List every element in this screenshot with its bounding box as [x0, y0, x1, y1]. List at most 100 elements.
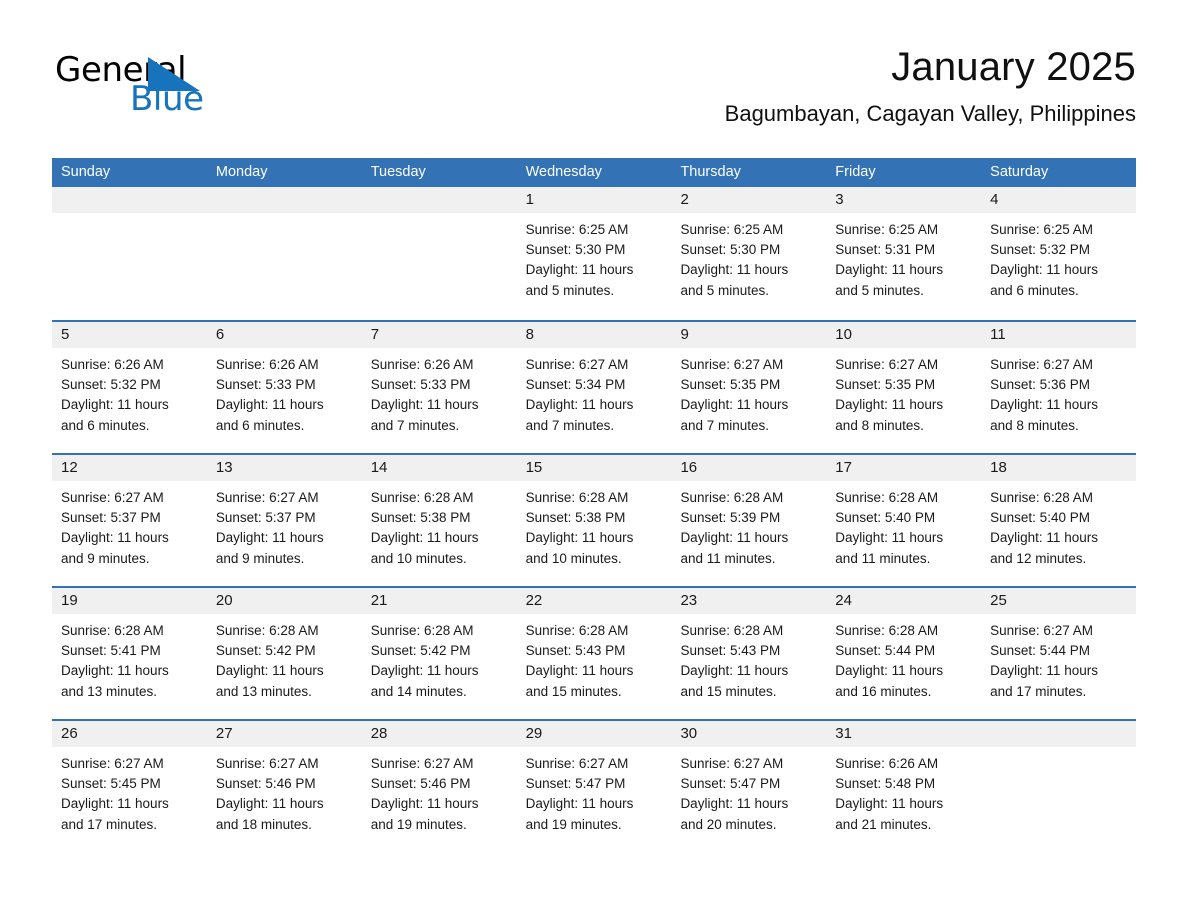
weekday-header-saturday: Saturday [990, 164, 1049, 180]
calendar-day-cell[interactable]: 19 Sunrise: 6:28 AM Sunset: 5:41 PM Dayligh… [52, 588, 207, 719]
calendar-weeks: 1 Sunrise: 6:25 AM Sunset: 5:30 PM Daylight… [52, 187, 1137, 852]
day-detail-line: Daylight: 11 hours [61, 397, 169, 413]
calendar-day-cell[interactable]: 22 Sunrise: 6:28 AM Sunset: 5:43 PM Dayligh… [516, 588, 672, 719]
day-detail-line: Daylight: 11 hours [835, 262, 944, 278]
day-details: Sunrise: 6:26 AM Sunset: 5:33 PM Daylight:… [362, 348, 517, 436]
day-number: 21 [370, 592, 388, 609]
calendar-day-cell[interactable]: 17 Sunrise: 6:28 AM Sunset: 5:40 PM Dayligh… [826, 455, 982, 586]
day-detail-line: and 14 minutes. [370, 683, 467, 699]
day-details: Sunrise: 6:27 AM Sunset: 5:47 PM Daylight:… [517, 747, 672, 835]
day-detail-line: Sunrise: 6:27 AM [990, 357, 1093, 372]
day-number-band: 10 [826, 322, 982, 348]
day-detail-line: Sunset: 5:41 PM [61, 643, 161, 659]
day-detail-line: Daylight: 11 hours [680, 262, 789, 278]
calendar-day-cell[interactable]: 6 Sunrise: 6:26 AM Sunset: 5:33 PM Daylight… [206, 322, 362, 453]
day-detail-line: Sunrise: 6:26 AM [215, 357, 319, 372]
day-number: 28 [370, 725, 388, 742]
day-number-band: 9 [671, 322, 827, 348]
calendar-day-cell-empty [52, 187, 207, 320]
day-number-band [981, 721, 1137, 747]
calendar-day-cell[interactable]: 11 Sunrise: 6:27 AM Sunset: 5:36 PM Dayligh… [981, 322, 1137, 453]
calendar-day-cell[interactable]: 30 Sunrise: 6:27 AM Sunset: 5:47 PM Dayligh… [671, 721, 827, 852]
day-details: Sunrise: 6:25 AM Sunset: 5:30 PM Daylight:… [517, 213, 672, 301]
day-details: Sunrise: 6:27 AM Sunset: 5:36 PM Daylight:… [981, 348, 1136, 436]
day-number: 2 [680, 191, 689, 208]
calendar-day-cell[interactable]: 7 Sunrise: 6:26 AM Sunset: 5:33 PM Daylight… [361, 322, 517, 453]
day-detail-line: Daylight: 11 hours [525, 663, 634, 679]
day-detail-line: Sunset: 5:34 PM [525, 377, 626, 393]
day-number-band: 30 [671, 721, 827, 747]
day-detail-line: Sunrise: 6:28 AM [370, 490, 474, 505]
calendar-day-cell[interactable]: 23 Sunrise: 6:28 AM Sunset: 5:43 PM Dayligh… [671, 588, 827, 719]
day-detail-line: Daylight: 11 hours [370, 530, 479, 546]
calendar-day-cell[interactable]: 20 Sunrise: 6:28 AM Sunset: 5:42 PM Dayligh… [206, 588, 362, 719]
day-detail-line: Sunrise: 6:27 AM [680, 756, 784, 771]
calendar-day-cell[interactable]: 2 Sunrise: 6:25 AM Sunset: 5:30 PM Daylight… [671, 187, 827, 320]
calendar-week-row: 26 Sunrise: 6:27 AM Sunset: 5:45 PM Dayligh… [52, 719, 1137, 852]
calendar-day-cell[interactable]: 31 Sunrise: 6:26 AM Sunset: 5:48 PM Dayligh… [826, 721, 982, 852]
day-detail-line: Sunset: 5:33 PM [370, 377, 471, 393]
day-detail-line: and 11 minutes. [680, 550, 776, 566]
calendar-day-cell[interactable]: 15 Sunrise: 6:28 AM Sunset: 5:38 PM Dayligh… [516, 455, 672, 586]
calendar-day-cell[interactable]: 14 Sunrise: 6:28 AM Sunset: 5:38 PM Dayligh… [361, 455, 517, 586]
day-details: Sunrise: 6:28 AM Sunset: 5:40 PM Daylight:… [981, 481, 1136, 569]
day-detail-line: and 19 minutes. [370, 816, 467, 832]
day-number-band: 17 [826, 455, 982, 481]
weekday-header-wednesday: Wednesday [525, 164, 602, 180]
day-number-band: 22 [516, 588, 672, 614]
weekday-header-thursday: Thursday [680, 164, 741, 180]
day-detail-line: Sunset: 5:38 PM [370, 510, 471, 526]
day-detail-line: Sunrise: 6:27 AM [990, 623, 1093, 638]
calendar-day-cell[interactable]: 12 Sunrise: 6:27 AM Sunset: 5:37 PM Dayligh… [52, 455, 207, 586]
calendar-day-cell[interactable]: 24 Sunrise: 6:28 AM Sunset: 5:44 PM Dayligh… [826, 588, 982, 719]
day-number-band: 24 [826, 588, 982, 614]
day-number: 19 [61, 592, 78, 609]
day-number: 26 [61, 725, 78, 742]
day-number: 10 [835, 326, 852, 343]
calendar-day-cell[interactable]: 8 Sunrise: 6:27 AM Sunset: 5:34 PM Daylight… [516, 322, 672, 453]
day-detail-line: and 7 minutes. [370, 417, 460, 433]
day-detail-line: Daylight: 11 hours [680, 663, 789, 679]
day-detail-line: Sunrise: 6:28 AM [990, 490, 1093, 505]
calendar-day-cell[interactable]: 21 Sunrise: 6:28 AM Sunset: 5:42 PM Dayligh… [361, 588, 517, 719]
page-title: January 2025 [891, 45, 1136, 89]
day-details: Sunrise: 6:26 AM Sunset: 5:48 PM Daylight:… [826, 747, 981, 835]
day-details: Sunrise: 6:28 AM Sunset: 5:41 PM Daylight:… [52, 614, 207, 702]
day-number-band: 18 [981, 455, 1137, 481]
day-detail-line: Sunrise: 6:27 AM [680, 357, 784, 372]
calendar-day-cell[interactable]: 10 Sunrise: 6:27 AM Sunset: 5:35 PM Dayligh… [826, 322, 982, 453]
day-number: 1 [525, 191, 534, 208]
day-detail-line: Daylight: 11 hours [525, 262, 634, 278]
day-detail-line: and 15 minutes. [525, 683, 622, 699]
day-detail-line: Sunrise: 6:28 AM [525, 490, 629, 505]
calendar-day-cell[interactable]: 27 Sunrise: 6:27 AM Sunset: 5:46 PM Dayligh… [206, 721, 362, 852]
day-detail-line: and 9 minutes. [215, 550, 305, 566]
generalblue-logo[interactable]: General Blue [52, 50, 312, 130]
calendar-day-cell[interactable]: 4 Sunrise: 6:25 AM Sunset: 5:32 PM Daylight… [981, 187, 1137, 320]
calendar-day-cell[interactable]: 29 Sunrise: 6:27 AM Sunset: 5:47 PM Dayligh… [516, 721, 672, 852]
day-number: 4 [990, 191, 999, 208]
day-number: 12 [61, 459, 78, 476]
day-detail-line: and 15 minutes. [680, 683, 777, 699]
calendar-day-cell[interactable]: 13 Sunrise: 6:27 AM Sunset: 5:37 PM Dayligh… [206, 455, 362, 586]
day-detail-line: and 5 minutes. [525, 282, 615, 298]
day-number-band: 13 [206, 455, 362, 481]
day-detail-line: Sunset: 5:38 PM [525, 510, 626, 526]
day-detail-line: and 12 minutes. [990, 550, 1087, 566]
calendar-day-cell[interactable]: 26 Sunrise: 6:27 AM Sunset: 5:45 PM Dayligh… [52, 721, 207, 852]
day-detail-line: and 6 minutes. [61, 417, 150, 433]
day-detail-line: Sunrise: 6:27 AM [61, 490, 164, 505]
day-detail-line: Sunset: 5:35 PM [835, 377, 936, 393]
calendar-day-cell[interactable]: 16 Sunrise: 6:28 AM Sunset: 5:39 PM Dayligh… [671, 455, 827, 586]
day-detail-line: Sunrise: 6:27 AM [370, 756, 474, 771]
calendar-day-cell[interactable]: 3 Sunrise: 6:25 AM Sunset: 5:31 PM Daylight… [826, 187, 982, 320]
day-detail-line: Daylight: 11 hours [370, 796, 479, 812]
calendar-day-cell[interactable]: 28 Sunrise: 6:27 AM Sunset: 5:46 PM Dayligh… [361, 721, 517, 852]
calendar-day-cell[interactable]: 25 Sunrise: 6:27 AM Sunset: 5:44 PM Dayligh… [981, 588, 1137, 719]
day-detail-line: Sunset: 5:36 PM [990, 377, 1090, 393]
calendar-day-cell[interactable]: 18 Sunrise: 6:28 AM Sunset: 5:40 PM Dayligh… [981, 455, 1137, 586]
calendar-day-cell[interactable]: 1 Sunrise: 6:25 AM Sunset: 5:30 PM Daylight… [516, 187, 672, 320]
day-details: Sunrise: 6:28 AM Sunset: 5:44 PM Daylight:… [826, 614, 981, 702]
calendar-day-cell[interactable]: 5 Sunrise: 6:26 AM Sunset: 5:32 PM Daylight… [52, 322, 207, 453]
calendar-day-cell[interactable]: 9 Sunrise: 6:27 AM Sunset: 5:35 PM Daylight… [671, 322, 827, 453]
